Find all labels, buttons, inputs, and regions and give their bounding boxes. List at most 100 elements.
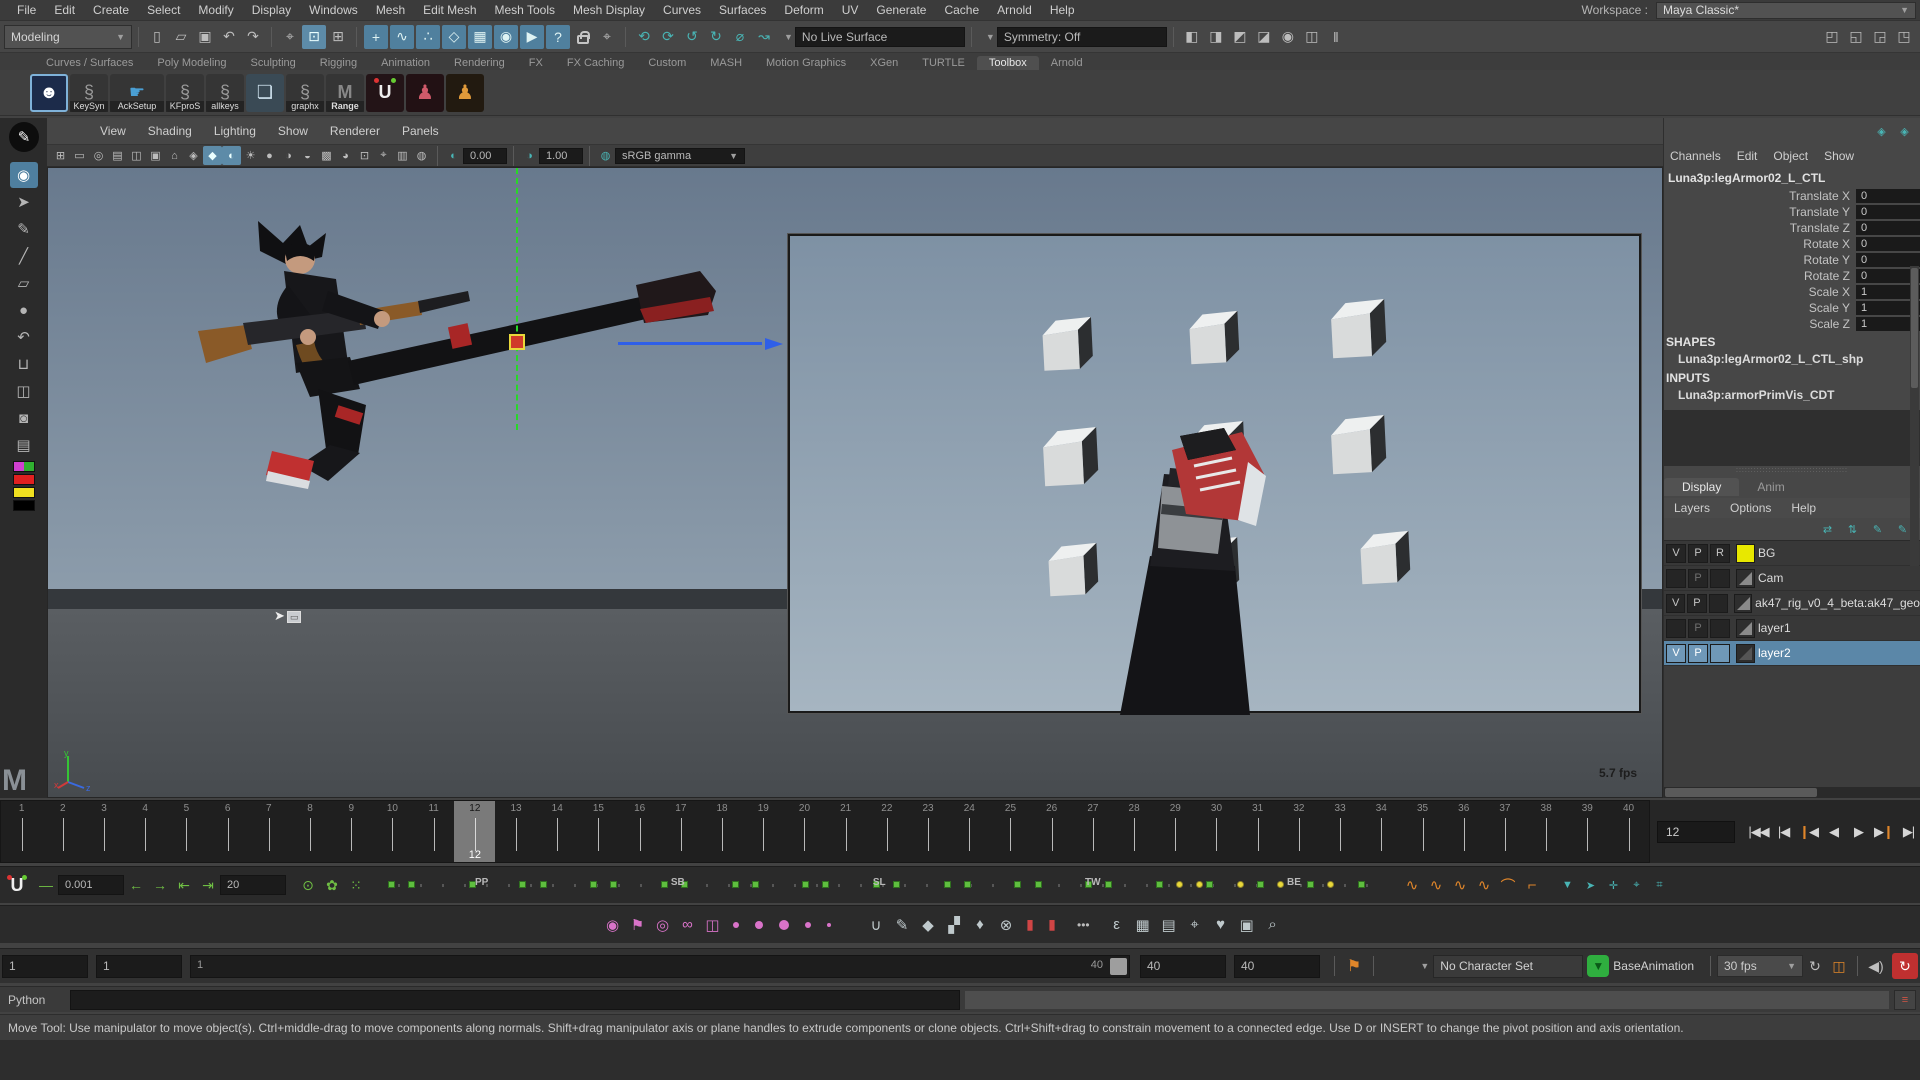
mirror-icon[interactable]: ◫ — [700, 916, 725, 934]
make-live-icon[interactable]: ▶ — [520, 25, 544, 49]
camera-icon[interactable]: ◙ — [10, 405, 38, 431]
layer-color-swatch[interactable] — [1736, 569, 1755, 588]
snap-plane-icon[interactable]: ◇ — [442, 25, 466, 49]
tool-settings-toggle-icon[interactable]: ◱ — [1844, 25, 1868, 49]
bookmark-add-icon[interactable]: ⚑ — [1341, 956, 1367, 976]
key-marker[interactable] — [1014, 881, 1021, 888]
key-marker[interactable] — [388, 881, 395, 888]
manipulator-x-arrow[interactable] — [618, 338, 783, 350]
fps-dropdown[interactable]: 30 fps▼ — [1717, 955, 1803, 977]
flag-icon[interactable]: ⚑ — [625, 916, 650, 934]
channel-box-menu-item[interactable]: Edit — [1737, 149, 1768, 163]
ease-wave-icon-1[interactable]: ∿ — [1400, 876, 1424, 894]
empty-layer-icon[interactable]: ✎ — [1868, 520, 1887, 539]
timeline-frame-11[interactable]: 11 — [413, 801, 454, 862]
shelf-item-pose[interactable]: ♟ — [446, 74, 484, 112]
animation-end-field[interactable]: 40 — [1234, 955, 1320, 978]
layer-playback-toggle[interactable]: P — [1688, 544, 1708, 563]
gamma-toggle-icon[interactable]: ◑ — [520, 146, 539, 165]
cloud-icon[interactable]: ✿ — [320, 877, 344, 894]
breakdown-marker[interactable] — [1277, 881, 1284, 888]
timeline-frame-13[interactable]: 13 — [495, 801, 536, 862]
layer-color-swatch[interactable] — [1736, 544, 1755, 563]
menu-item[interactable]: Modify — [189, 3, 242, 17]
snap-keys-icon[interactable]: ⊗ — [993, 916, 1019, 934]
exposure-icon[interactable]: ◍ — [412, 146, 431, 165]
layer-row[interactable]: Player1 — [1664, 616, 1920, 641]
select-hierarchy-icon[interactable]: ⌖ — [278, 25, 302, 49]
joints-xray-icon[interactable]: ▥ — [393, 146, 412, 165]
go-to-start-button[interactable]: |◀◀ — [1747, 820, 1770, 844]
attribute-editor-toggle-icon[interactable]: ◰ — [1820, 25, 1844, 49]
attribute-label[interactable]: Translate Z — [1664, 221, 1856, 235]
anim-layer-key-icon[interactable]: ▼ — [1587, 955, 1609, 977]
highlight-selection-icon[interactable]: ⌖ — [595, 25, 619, 49]
channel-settings-icon[interactable]: ◈ — [1895, 122, 1914, 141]
key-next-icon[interactable]: ⇥ — [196, 877, 220, 894]
layer-visibility-toggle[interactable] — [1666, 619, 1686, 638]
grid-small-icon[interactable]: ▦ — [1130, 916, 1156, 934]
ease-wave-icon-4[interactable]: ∿ — [1472, 876, 1496, 894]
timeline-frame-9[interactable]: 9 — [331, 801, 372, 862]
shelf-tab[interactable]: TURTLE — [910, 56, 977, 70]
shelf-item-studiolibrary[interactable]: ♟ — [406, 74, 444, 112]
shelf-tab[interactable]: Curves / Surfaces — [34, 56, 145, 70]
channel-box-scrollbar[interactable] — [1910, 266, 1919, 566]
channel-box-menu-item[interactable]: Channels — [1670, 149, 1731, 163]
layer-editor-tab[interactable]: Display — [1664, 478, 1739, 496]
xray-icon[interactable]: ⌖ — [374, 146, 393, 165]
timeline-frame-24[interactable]: 24 — [949, 801, 990, 862]
undo-stroke-icon[interactable]: ↶ — [10, 324, 38, 350]
shelf-tab[interactable]: Poly Modeling — [145, 56, 238, 70]
select-component-icon[interactable]: ⊞ — [326, 25, 350, 49]
open-scene-icon[interactable]: ▱ — [169, 25, 193, 49]
input-node-name[interactable]: Luna3p:armorPrimVis_CDT — [1664, 387, 1920, 404]
layer-visibility-toggle[interactable]: V — [1666, 644, 1686, 663]
key-marker[interactable] — [1105, 881, 1112, 888]
timeline-frame-8[interactable]: 8 — [289, 801, 330, 862]
command-language-label[interactable]: Python — [0, 993, 70, 1007]
pencil-tool-icon[interactable]: ✎ — [10, 216, 38, 242]
channel-box-menu-item[interactable]: Object — [1773, 149, 1818, 163]
key-marker[interactable] — [893, 881, 900, 888]
timeline-frame-26[interactable]: 26 — [1031, 801, 1072, 862]
layer-playback-toggle[interactable]: P — [1688, 619, 1708, 638]
frame-capture-icon[interactable]: ◫ — [10, 378, 38, 404]
timeline-frame-17[interactable]: 17 — [660, 801, 701, 862]
breakdown-marker[interactable] — [1327, 881, 1334, 888]
timeline-frame-40[interactable]: 40 — [1608, 801, 1649, 862]
pause-viewport-icon[interactable]: ‖ — [1324, 25, 1348, 49]
char-picker-icon[interactable]: ◉ — [600, 916, 625, 934]
key-marker[interactable] — [802, 881, 809, 888]
frame-step-field[interactable]: 20 — [220, 875, 286, 895]
timeline-frame-3[interactable]: 3 — [83, 801, 124, 862]
channel-box-toggle-icon[interactable]: ◲ — [1868, 25, 1892, 49]
timeline-frame-25[interactable]: 25 — [990, 801, 1031, 862]
shelf-tab[interactable]: FX — [517, 56, 555, 70]
resolution-gate-icon[interactable]: ◎ — [89, 146, 108, 165]
shelf-tab[interactable]: Motion Graphics — [754, 56, 858, 70]
ease-wave-icon-6[interactable]: ⌐ — [1520, 877, 1544, 894]
cube-icon[interactable]: ▣ — [1234, 916, 1260, 934]
select-object-icon[interactable]: ⊡ — [302, 25, 326, 49]
shelf-item-allkeys[interactable]: §allkeys — [206, 74, 244, 112]
key-marker[interactable] — [822, 881, 829, 888]
shelf-item-range[interactable]: MRange — [326, 74, 364, 112]
eraser-tool-icon[interactable]: ▱ — [10, 270, 38, 296]
step-back-frame-button[interactable]: |◀ — [1772, 820, 1795, 844]
ramp-icon[interactable]: ▞ — [941, 916, 967, 934]
key-marker[interactable] — [1307, 881, 1314, 888]
power-icon[interactable]: ⊙ — [296, 877, 320, 894]
ipr-render-icon[interactable]: ◨ — [1204, 25, 1228, 49]
no-construction-history-icon[interactable]: ⌀ — [728, 25, 752, 49]
attribute-value-field[interactable]: 0 — [1856, 189, 1920, 203]
key-marker[interactable] — [1358, 881, 1365, 888]
script-editor-icon[interactable]: ≡ — [1894, 990, 1916, 1010]
timeline-frame-38[interactable]: 38 — [1526, 801, 1567, 862]
walk-cursor-icon[interactable]: ⌗ — [1650, 876, 1669, 895]
menu-item[interactable]: Select — [138, 3, 189, 17]
layer-name[interactable]: layer2 — [1758, 646, 1791, 660]
color-swatch-red[interactable] — [13, 474, 35, 485]
character-set-dropdown[interactable]: No Character Set — [1433, 955, 1583, 978]
key-marker[interactable] — [408, 881, 415, 888]
